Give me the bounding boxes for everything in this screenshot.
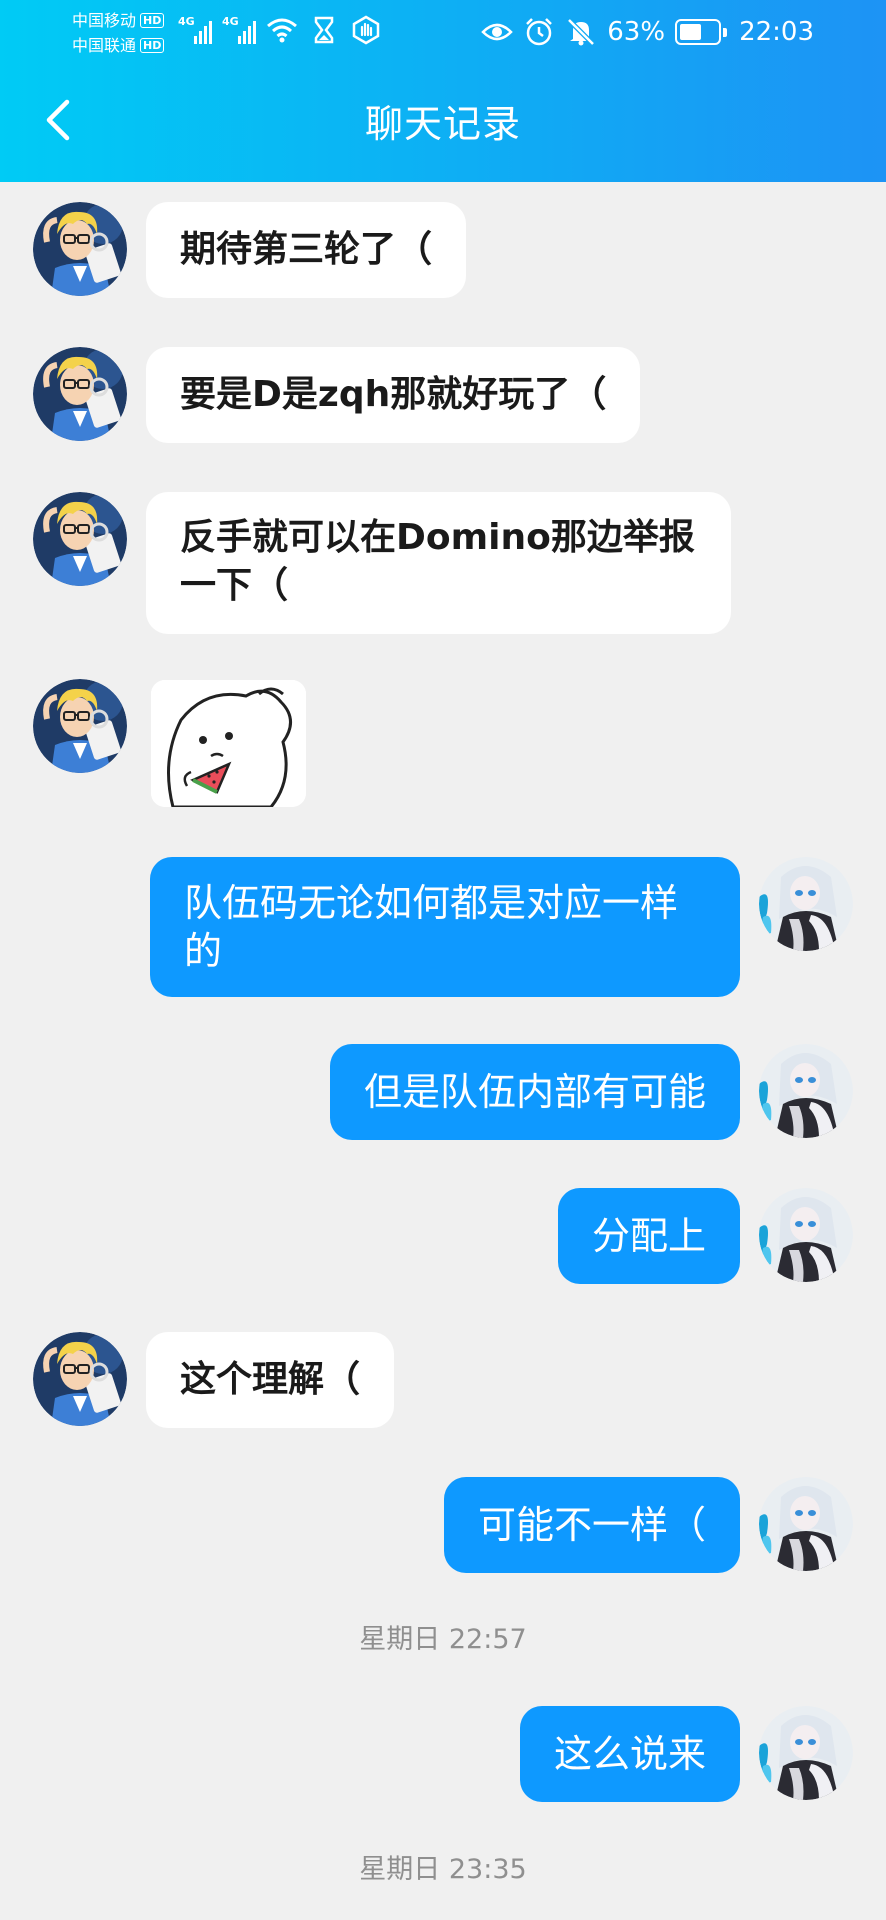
avatar[interactable]: [33, 347, 127, 441]
avatar[interactable]: [759, 1477, 853, 1571]
hd-badge: HD: [140, 13, 165, 28]
battery-percent: 63%: [607, 17, 666, 47]
hand-icon: [352, 15, 380, 45]
message-bubble[interactable]: 反手就可以在Domino那边举报一下（: [146, 492, 731, 634]
signal-icon: 4G: [222, 16, 256, 46]
alarm-icon: [526, 18, 553, 46]
message-bubble-outgoing[interactable]: 分配上: [557, 1188, 740, 1284]
avatar[interactable]: [33, 679, 127, 773]
network-type-label: 4G: [222, 15, 239, 28]
avatar[interactable]: [759, 1188, 853, 1282]
signal-icon: 4G: [178, 16, 212, 46]
eye-icon: [481, 23, 514, 41]
avatar[interactable]: [33, 1332, 127, 1426]
carrier-info: 中国移动 HD 中国联通 HD: [72, 8, 182, 58]
avatar[interactable]: [33, 492, 127, 586]
avatar[interactable]: [759, 1706, 853, 1800]
chat-history[interactable]: 期待第三轮了（ 要是D是zqh那就好玩了（ 反手就可以在Domino那边举报一下…: [0, 182, 886, 1920]
mute-bell-icon: [567, 18, 596, 46]
nav-bar: 聊天记录: [0, 66, 886, 182]
battery-icon: [675, 19, 728, 45]
app-header: 中国移动 HD 中国联通 HD 4G 4G 63% 22:03 聊天记录: [0, 0, 886, 182]
message-bubble[interactable]: 期待第三轮了（: [146, 202, 467, 298]
wifi-icon: [267, 18, 297, 43]
carrier-1-label: 中国移动: [72, 11, 137, 30]
timestamp: 星期日 22:57: [359, 1624, 527, 1655]
carrier-2-label: 中国联通: [72, 36, 137, 55]
avatar[interactable]: [759, 857, 853, 951]
signal-indicators: 4G 4G: [178, 15, 382, 46]
battery-fill: [680, 24, 702, 40]
hourglass-icon: [314, 16, 334, 44]
message-bubble-outgoing[interactable]: 这么说来: [519, 1706, 740, 1802]
clock: 22:03: [739, 17, 814, 47]
status-right: 63% 22:03: [481, 14, 814, 50]
ghost-eating-watermelon-sticker[interactable]: [151, 680, 306, 807]
hd-badge: HD: [140, 38, 165, 53]
avatar[interactable]: [759, 1044, 853, 1138]
page-title: 聊天记录: [364, 102, 521, 146]
timestamp: 星期日 23:35: [359, 1854, 527, 1885]
message-bubble-outgoing[interactable]: 可能不一样（: [443, 1477, 740, 1573]
network-type-label: 4G: [178, 15, 195, 28]
message-bubble-outgoing[interactable]: 但是队伍内部有可能: [329, 1044, 740, 1140]
status-bar: 中国移动 HD 中国联通 HD 4G 4G 63% 22:03: [0, 0, 886, 66]
message-bubble-outgoing[interactable]: 队伍码无论如何都是对应一样的: [150, 857, 740, 997]
message-bubble[interactable]: 要是D是zqh那就好玩了（: [146, 347, 641, 443]
avatar[interactable]: [33, 202, 127, 296]
message-bubble[interactable]: 这个理解（: [146, 1332, 395, 1428]
